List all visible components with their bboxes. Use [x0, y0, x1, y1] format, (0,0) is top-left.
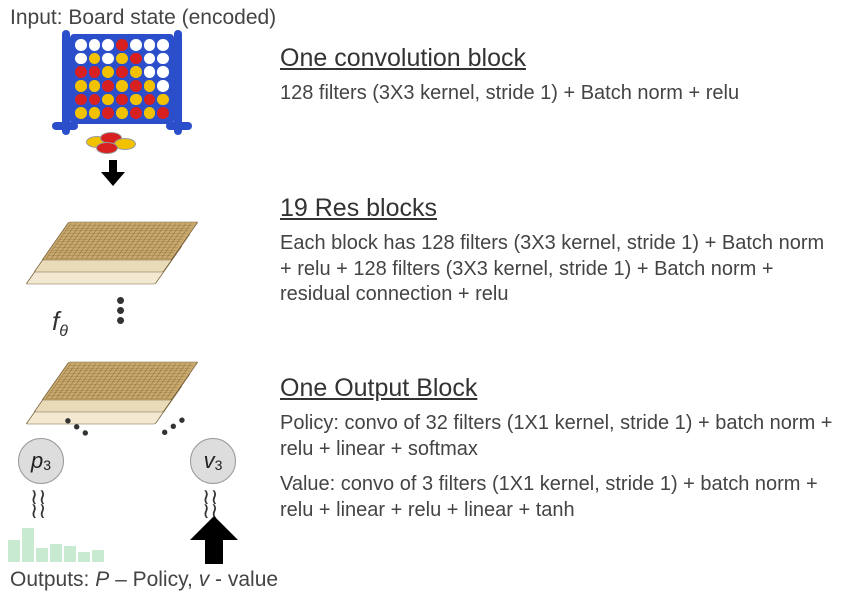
input-label: Input: Board state (encoded): [10, 6, 276, 30]
conv-block-body: 128 filters (3X3 kernel, stride 1) + Bat…: [280, 81, 835, 107]
histogram-bar: [36, 548, 48, 562]
histogram-bar: [78, 552, 90, 562]
histogram-bar: [92, 550, 104, 562]
layer-stack-icon: [35, 190, 195, 290]
arrow-down-icon: [105, 160, 121, 184]
histogram-bar: [64, 546, 76, 562]
vertical-dots-icon: •••: [116, 296, 125, 326]
res-block-title: 19 Res blocks: [280, 194, 835, 223]
output-block-value: Value: convo of 3 filters (1X1 kernel, s…: [280, 472, 835, 523]
histogram-bar: [22, 528, 34, 562]
output-block-text: One Output Block Policy: convo of 32 fil…: [280, 374, 835, 523]
output-block-title: One Output Block: [280, 374, 835, 403]
histogram-bar: [8, 540, 20, 562]
connect4-board-icon: [70, 34, 190, 134]
conv-block-title: One convolution block: [280, 44, 835, 73]
wavy-icon: ≀≀: [30, 498, 47, 524]
output-label: Outputs: P – Policy, v - value: [10, 568, 278, 592]
conv-block-text: One convolution block 128 filters (3X3 k…: [280, 44, 835, 107]
res-block-body: Each block has 128 filters (3X3 kernel, …: [280, 231, 835, 308]
histogram-icon: [8, 522, 108, 562]
output-block-policy: Policy: convo of 32 filters (1X1 kernel,…: [280, 411, 835, 462]
histogram-bar: [50, 544, 62, 562]
diagram-root: Input: Board state (encoded) fθ ••• • • …: [0, 0, 850, 606]
res-block-text: 19 Res blocks Each block has 128 filters…: [280, 194, 835, 308]
policy-node: p3: [18, 438, 64, 484]
value-node: v3: [190, 438, 236, 484]
